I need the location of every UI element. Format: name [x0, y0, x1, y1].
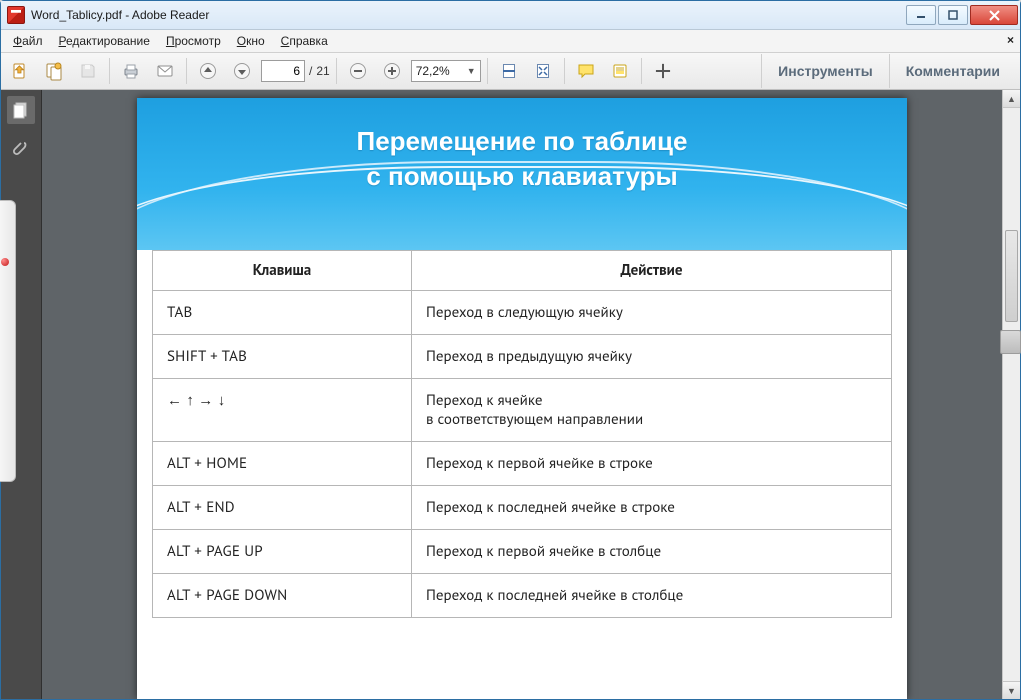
toolbar: / 21 72,2% ▼: [1, 53, 1020, 90]
menu-file[interactable]: Файл: [5, 32, 51, 50]
scroll-thumb[interactable]: [1005, 230, 1018, 322]
menu-view[interactable]: Просмотр: [158, 32, 229, 50]
cell-key: ALT + PAGE DOWN: [153, 574, 412, 618]
shortcuts-table: Клавиша Действие TABПереход в следующую …: [152, 250, 892, 618]
cell-action: Переход к ячейкев соответствующем направ…: [412, 379, 892, 442]
cell-key: ALT + HOME: [153, 442, 412, 486]
cell-action: Переход в предыдущую ячейку: [412, 335, 892, 379]
scroll-down-icon[interactable]: ▼: [1003, 681, 1020, 699]
cell-action: Переход в следующую ячейку: [412, 291, 892, 335]
fit-page-icon[interactable]: [528, 56, 558, 86]
page-number-input[interactable]: [261, 60, 305, 82]
thumbnails-icon[interactable]: [7, 96, 35, 124]
pdf-page: Перемещение по таблице с помощью клавиат…: [137, 98, 907, 699]
collapsed-toolbox-handle[interactable]: [0, 200, 15, 480]
export-pdf-icon[interactable]: [5, 56, 35, 86]
menu-help[interactable]: Справка: [273, 32, 336, 50]
save-icon[interactable]: [73, 56, 103, 86]
page-indicator: / 21: [261, 60, 330, 82]
close-button[interactable]: [970, 5, 1018, 25]
cell-action: Переход к последней ячейке в строке: [412, 486, 892, 530]
zoom-out-icon[interactable]: [343, 56, 373, 86]
scroll-up-icon[interactable]: ▲: [1003, 90, 1020, 108]
cell-key: ALT + END: [153, 486, 412, 530]
menubar-close-icon[interactable]: ×: [1007, 33, 1014, 47]
chevron-down-icon: ▼: [467, 66, 476, 76]
slide-header: Перемещение по таблице с помощью клавиат…: [137, 98, 907, 250]
create-pdf-icon[interactable]: [39, 56, 69, 86]
cell-action: Переход к первой ячейке в столбце: [412, 530, 892, 574]
comment-bubble-icon[interactable]: [571, 56, 601, 86]
tools-panel-button[interactable]: Инструменты: [761, 54, 889, 88]
window-title: Word_Tablicy.pdf - Adobe Reader: [31, 8, 209, 22]
fit-width-icon[interactable]: [494, 56, 524, 86]
zoom-dropdown[interactable]: 72,2% ▼: [411, 60, 481, 82]
workspace: Перемещение по таблице с помощью клавиат…: [1, 90, 1020, 699]
cell-action: Переход к первой ячейке в строке: [412, 442, 892, 486]
navigation-pane: [1, 90, 42, 699]
cell-action: Переход к последней ячейке в столбце: [412, 574, 892, 618]
window-buttons: [904, 5, 1018, 25]
menubar: Файл Редактирование Просмотр Окно Справк…: [1, 30, 1020, 53]
cell-key: ALT + PAGE UP: [153, 530, 412, 574]
attachments-icon[interactable]: [7, 134, 35, 162]
page-total: 21: [316, 64, 329, 78]
page-up-icon[interactable]: [193, 56, 223, 86]
menu-edit[interactable]: Редактирование: [51, 32, 158, 50]
menu-window[interactable]: Окно: [229, 32, 273, 50]
print-icon[interactable]: [116, 56, 146, 86]
table-row: ALT + ENDПереход к последней ячейке в ст…: [153, 486, 892, 530]
app-window: Word_Tablicy.pdf - Adobe Reader Файл Ред…: [0, 0, 1021, 700]
minimize-button[interactable]: [906, 5, 936, 25]
zoom-value: 72,2%: [416, 64, 450, 78]
highlight-icon[interactable]: [605, 56, 635, 86]
table-row: ← ↑ → ↓Переход к ячейкев соответствующем…: [153, 379, 892, 442]
cell-key: ← ↑ → ↓: [153, 379, 412, 442]
table-row: ALT + PAGE DOWNПереход к последней ячейк…: [153, 574, 892, 618]
cell-key: TAB: [153, 291, 412, 335]
cell-key: SHIFT + TAB: [153, 335, 412, 379]
table-row: ALT + PAGE UPПереход к первой ячейке в с…: [153, 530, 892, 574]
page-separator: /: [309, 64, 312, 78]
zoom-in-icon[interactable]: [377, 56, 407, 86]
document-viewer[interactable]: Перемещение по таблице с помощью клавиат…: [42, 90, 1002, 699]
email-icon[interactable]: [150, 56, 180, 86]
page-down-icon[interactable]: [227, 56, 257, 86]
read-mode-icon[interactable]: [648, 56, 678, 86]
col-action: Действие: [412, 251, 892, 291]
vertical-scrollbar[interactable]: ▲ ▼: [1002, 90, 1020, 699]
scroll-grip[interactable]: [1000, 330, 1021, 354]
table-row: ALT + HOMEПереход к первой ячейке в стро…: [153, 442, 892, 486]
titlebar: Word_Tablicy.pdf - Adobe Reader: [1, 1, 1020, 30]
adobe-reader-icon: [7, 6, 25, 24]
maximize-button[interactable]: [938, 5, 968, 25]
comments-panel-button[interactable]: Комментарии: [889, 54, 1016, 88]
col-key: Клавиша: [153, 251, 412, 291]
table-row: SHIFT + TABПереход в предыдущую ячейку: [153, 335, 892, 379]
table-row: TABПереход в следующую ячейку: [153, 291, 892, 335]
